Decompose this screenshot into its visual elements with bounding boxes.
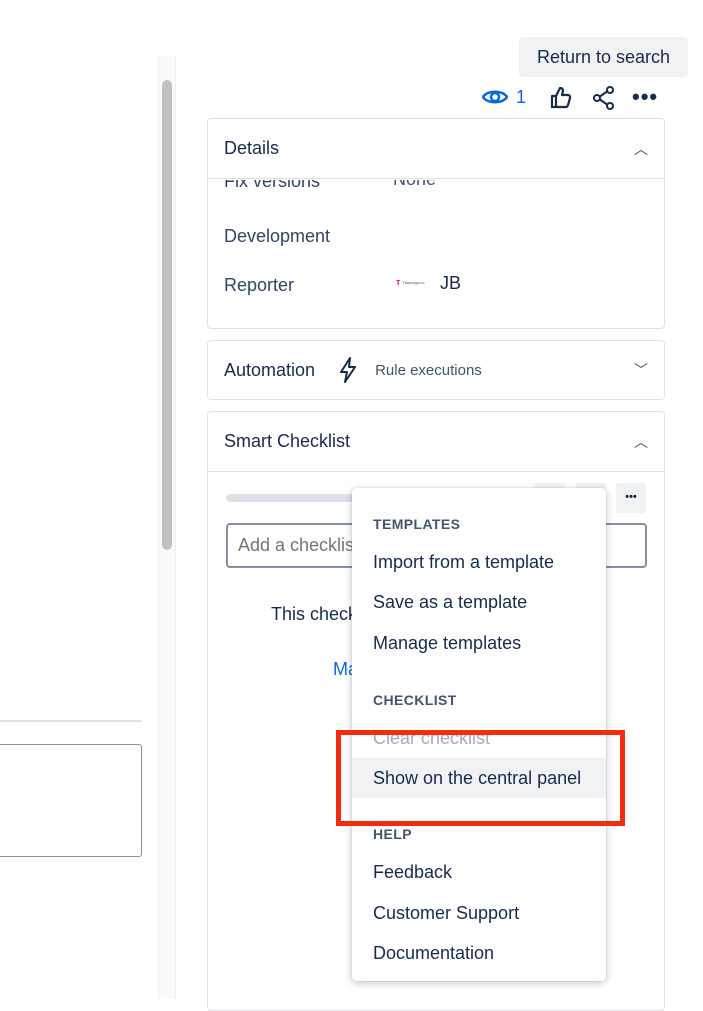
menu-section-templates: TEMPLATES xyxy=(373,516,461,532)
highlight-annotation xyxy=(336,730,625,826)
menu-item-documentation[interactable]: Documentation xyxy=(352,933,606,973)
scrollbar-thumb[interactable] xyxy=(162,80,172,550)
divider xyxy=(0,720,142,722)
menu-section-help: HELP xyxy=(373,826,412,842)
share-icon[interactable] xyxy=(592,86,616,110)
reporter-name[interactable]: JB xyxy=(440,273,461,294)
avatar: ᴛ TitanApps.io xyxy=(396,277,425,287)
checklist-title: Smart Checklist xyxy=(224,431,351,451)
field-label: Fix versions xyxy=(224,180,321,191)
menu-item-import-template[interactable]: Import from a template xyxy=(352,542,606,582)
checklist-more-button[interactable]: ••• xyxy=(616,483,646,513)
return-to-search-button[interactable]: Return to search xyxy=(519,37,688,77)
checklist-header[interactable]: Smart Checklist ︿ xyxy=(208,412,664,472)
menu-item-feedback[interactable]: Feedback xyxy=(352,852,606,892)
watch-button[interactable]: 1 xyxy=(482,86,526,108)
chevron-down-icon: ﹀ xyxy=(634,362,648,378)
details-title: Details xyxy=(224,138,280,158)
menu-item-manage-templates[interactable]: Manage templates xyxy=(352,623,606,663)
comment-box[interactable] xyxy=(0,744,142,857)
empty-text: This checkl xyxy=(271,604,362,624)
lightning-icon xyxy=(340,357,357,383)
watch-count: 1 xyxy=(516,86,527,107)
field-label: Reporter xyxy=(224,275,295,295)
rule-executions-link[interactable]: Rule executions xyxy=(375,362,482,379)
menu-item-customer-support[interactable]: Customer Support xyxy=(352,893,606,933)
chevron-up-icon: ︿ xyxy=(634,140,648,157)
eye-icon xyxy=(482,90,508,104)
field-label: Development xyxy=(224,226,331,246)
menu-section-checklist: CHECKLIST xyxy=(373,692,457,708)
menu-item-save-template[interactable]: Save as a template xyxy=(352,582,606,622)
automation-title: Automation xyxy=(224,359,316,380)
details-header[interactable]: Details ︿ xyxy=(208,119,664,179)
thumbs-up-icon[interactable] xyxy=(549,86,573,110)
chevron-up-icon: ︿ xyxy=(634,433,648,450)
more-icon[interactable]: ••• xyxy=(632,84,658,110)
automation-card[interactable]: Automation Rule executions ﹀ xyxy=(207,340,665,400)
details-card: Details ︿ Fix versions None Development R… xyxy=(207,118,665,329)
field-value: None xyxy=(393,180,436,190)
